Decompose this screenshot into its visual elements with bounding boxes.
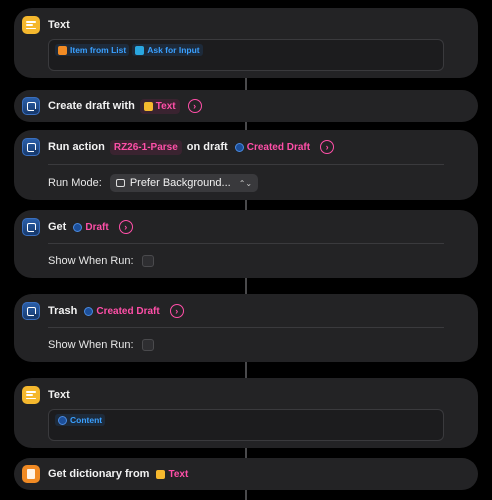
- chevron-circle-icon[interactable]: ›: [169, 304, 184, 318]
- run-mode-row: Run Mode: Prefer Background... ⌃⌄: [48, 174, 259, 192]
- divider: [48, 164, 444, 165]
- drafts-app-icon: [22, 302, 40, 320]
- text-action-card[interactable]: Text Content: [14, 378, 478, 448]
- draft-icon: [58, 415, 67, 425]
- drafts-app-icon: [22, 138, 40, 156]
- action-header: Trash Created Draft ›: [14, 294, 478, 328]
- draft-icon: [234, 142, 244, 152]
- drafts-app-icon: [22, 97, 40, 115]
- run-mode-value: Prefer Background...: [129, 177, 231, 189]
- variable-token[interactable]: Content: [55, 414, 106, 426]
- chevron-circle-icon[interactable]: ›: [320, 140, 335, 154]
- text-variable-token[interactable]: Text: [154, 467, 190, 482]
- draft-token[interactable]: Draft: [71, 220, 110, 235]
- get-draft-action-card[interactable]: Get Draft › Show When Run:: [14, 210, 478, 278]
- action-header: Text: [14, 8, 478, 42]
- text-variable-token[interactable]: Text: [139, 98, 180, 114]
- action-title: Trash: [48, 305, 78, 317]
- text-action-card[interactable]: Text Item from List Ask for Input: [14, 8, 478, 78]
- flow-connector: [245, 448, 247, 458]
- on-draft-label: on draft: [186, 141, 228, 153]
- flow-connector: [245, 78, 247, 90]
- get-dictionary-action-card[interactable]: Get dictionary from Text: [14, 458, 478, 490]
- create-draft-action-card[interactable]: Create draft with Text ›: [14, 90, 478, 122]
- run-mode-popup[interactable]: Prefer Background... ⌃⌄: [109, 174, 259, 192]
- action-header: Text: [14, 378, 478, 412]
- variable-token[interactable]: Ask for Input: [132, 44, 203, 56]
- action-title: Text: [48, 389, 70, 401]
- divider: [48, 243, 444, 244]
- flow-connector: [245, 490, 247, 500]
- created-draft-token[interactable]: Created Draft: [233, 140, 312, 155]
- camera-icon: [115, 179, 125, 187]
- show-when-run-checkbox[interactable]: [141, 339, 154, 351]
- draft-icon: [84, 306, 94, 316]
- action-header: Create draft with Text ›: [14, 90, 478, 122]
- action-name-token[interactable]: RZ26-1-Parse: [109, 139, 182, 155]
- divider: [48, 327, 444, 328]
- show-when-run-label: Show When Run:: [48, 255, 134, 267]
- run-mode-label: Run Mode:: [48, 177, 102, 189]
- action-title: Get dictionary from: [48, 468, 150, 480]
- dictionary-app-icon: [22, 465, 40, 483]
- chevron-circle-icon[interactable]: ›: [187, 99, 202, 113]
- flow-connector: [245, 122, 247, 130]
- flow-connector: [245, 362, 247, 378]
- run-action-card[interactable]: Run action RZ26-1-Parse on draft Created…: [14, 130, 478, 200]
- text-app-icon: [22, 386, 40, 404]
- text-icon: [143, 101, 153, 111]
- variable-token[interactable]: Item from List: [55, 44, 130, 56]
- flow-connector: [245, 278, 247, 294]
- drafts-app-icon: [22, 218, 40, 236]
- text-icon: [156, 469, 166, 479]
- text-app-icon: [22, 16, 40, 34]
- action-title: Get: [48, 221, 67, 233]
- action-header: Get Draft ›: [14, 210, 478, 244]
- action-header: Run action RZ26-1-Parse on draft Created…: [14, 130, 478, 164]
- action-title: Create draft with: [48, 100, 135, 112]
- action-title: Run action: [48, 141, 105, 153]
- action-title: Text: [48, 19, 70, 31]
- show-when-run-row: Show When Run:: [48, 254, 154, 268]
- draft-icon: [73, 222, 83, 232]
- text-field[interactable]: Content: [48, 409, 444, 441]
- list-icon: [58, 45, 67, 55]
- input-icon: [135, 45, 145, 55]
- updown-icon: ⌃⌄: [238, 178, 253, 188]
- text-field[interactable]: Item from List Ask for Input: [48, 39, 444, 71]
- chevron-circle-icon[interactable]: ›: [118, 220, 133, 234]
- flow-connector: [245, 200, 247, 210]
- show-when-run-label: Show When Run:: [48, 339, 134, 351]
- trash-action-card[interactable]: Trash Created Draft › Show When Run:: [14, 294, 478, 362]
- created-draft-token[interactable]: Created Draft: [82, 304, 161, 319]
- show-when-run-row: Show When Run:: [48, 338, 154, 352]
- action-header: Get dictionary from Text: [14, 458, 478, 490]
- show-when-run-checkbox[interactable]: [141, 255, 154, 267]
